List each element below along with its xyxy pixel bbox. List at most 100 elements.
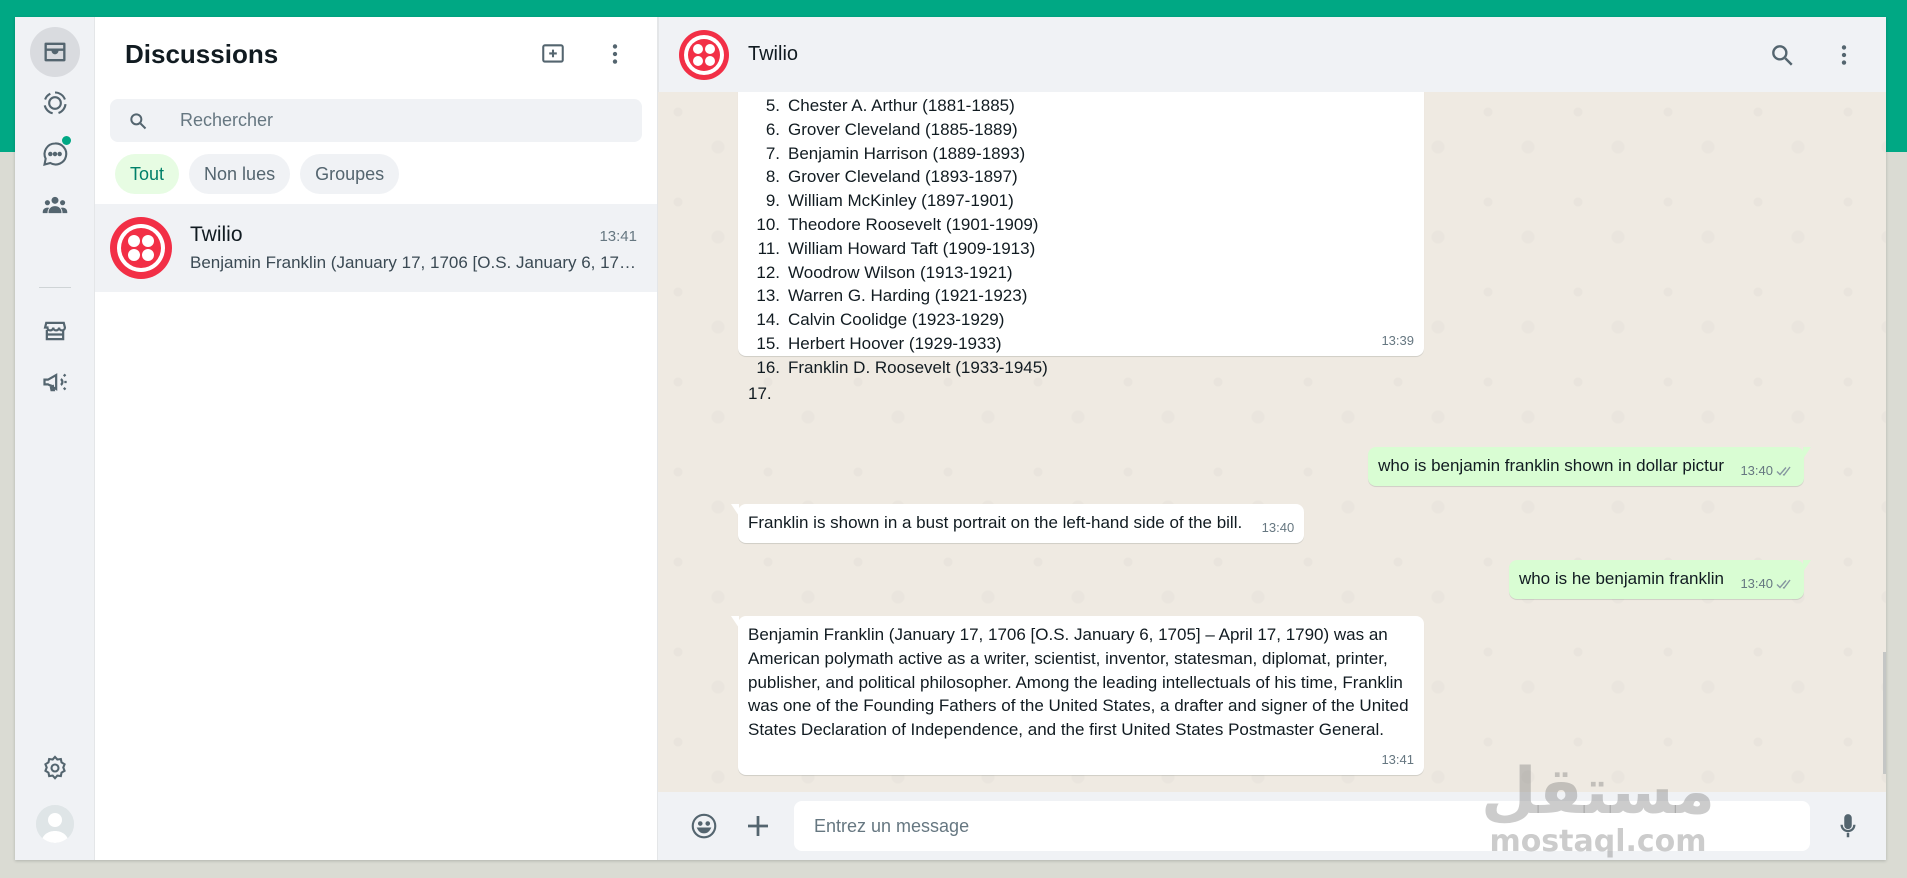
attach-button[interactable] xyxy=(738,806,778,846)
mic-icon xyxy=(1840,814,1856,838)
chats-nav-button[interactable] xyxy=(30,27,80,77)
new-chat-icon xyxy=(542,44,564,63)
menu-icon xyxy=(1841,44,1847,65)
message-incoming[interactable]: 5. Chester A. Arthur (1881-1885) 6. Grover … xyxy=(738,92,1424,403)
list-item-text: Grover Cleveland (1885-1889) xyxy=(788,119,1018,139)
list-item-text: Chester A. Arthur (1881-1885) xyxy=(788,96,1015,115)
profile-icon xyxy=(36,805,74,843)
chat-time: 13:41 xyxy=(599,228,637,245)
list-item-number: 12. xyxy=(756,262,780,282)
list-menu-button[interactable] xyxy=(593,32,637,76)
message-time: 13:40 xyxy=(1740,459,1794,483)
store-nav-button[interactable] xyxy=(30,306,80,356)
unread-dot xyxy=(62,136,71,145)
list-item: 16. Franklin D. Roosevelt (1933-1945) xyxy=(748,356,1414,380)
filter-chips: Tout Non lues Groupes xyxy=(95,142,657,204)
message-time: 13:39 xyxy=(1381,333,1414,349)
list-item: 13. Warren G. Harding (1921-1923) xyxy=(748,284,1414,308)
communities-icon xyxy=(42,196,68,214)
list-item-text: Herbert Hoover (1929-1933) xyxy=(788,333,1002,353)
message-text: who is he benjamin franklin xyxy=(1518,569,1724,588)
chat-name: Twilio xyxy=(190,223,243,246)
rail-divider xyxy=(39,287,71,288)
communities-nav-button[interactable] xyxy=(30,180,80,230)
list-item: 8. Grover Cleveland (1893-1897) xyxy=(748,165,1414,189)
filter-all[interactable]: Tout xyxy=(115,154,180,194)
scrollbar[interactable] xyxy=(1883,652,1886,774)
composer-bar xyxy=(658,792,1886,860)
list-trailing: 17. xyxy=(748,383,772,403)
list-item-number: 10. xyxy=(756,214,780,234)
new-chat-button[interactable] xyxy=(531,32,575,76)
list-item-text: Warren G. Harding (1921-1923) xyxy=(788,286,1028,306)
app-window: Discussions Tout Non lues Groupes xyxy=(15,17,1886,860)
voice-button[interactable] xyxy=(1828,806,1868,846)
list-item-text: Theodore Roosevelt (1901-1909) xyxy=(788,214,1039,234)
list-item-text: Franklin D. Roosevelt (1933-1945) xyxy=(788,357,1048,377)
list-item-text: Benjamin Harrison (1889-1893) xyxy=(788,143,1026,163)
search-icon xyxy=(1772,44,1793,66)
list-item: 7. Benjamin Harrison (1889-1893) xyxy=(748,142,1414,166)
list-item-text: Woodrow Wilson (1913-1921) xyxy=(788,262,1013,282)
channels-nav-button[interactable] xyxy=(30,129,80,179)
chat-list-item[interactable]: Twilio 13:41 Benjamin Franklin (January … xyxy=(95,204,657,292)
list-item-text: Grover Cleveland (1893-1897) xyxy=(788,167,1018,187)
chats-icon xyxy=(44,42,66,62)
message-area[interactable]: 5. Chester A. Arthur (1881-1885) 6. Grover … xyxy=(658,92,1886,802)
list-item-text: Calvin Coolidge (1923-1929) xyxy=(788,310,1005,330)
message-outgoing[interactable]: who is benjamin franklin shown in dollar… xyxy=(1368,447,1811,486)
profile-button[interactable] xyxy=(36,805,74,843)
chat-preview: Benjamin Franklin (January 17, 1706 [O.S… xyxy=(190,253,637,272)
broadcast-nav-button[interactable] xyxy=(30,357,80,407)
status-nav-button[interactable] xyxy=(30,78,80,128)
list-item-text: William Howard Taft (1909-1913) xyxy=(788,238,1036,258)
list-item-number: 9. xyxy=(765,191,780,211)
message-text: Franklin is shown in a bust portrait on … xyxy=(748,513,1243,532)
list-item-number: 8. xyxy=(765,167,780,187)
plus-icon xyxy=(748,816,768,836)
message-time: 13:41 xyxy=(1381,752,1414,768)
search-box xyxy=(110,99,642,142)
list-item: 12. Woodrow Wilson (1913-1921) xyxy=(748,261,1414,285)
read-ticks-icon xyxy=(1776,579,1791,589)
conversation-header[interactable]: Twilio xyxy=(658,17,1886,92)
conversation-menu-button[interactable] xyxy=(1822,33,1866,77)
conversation-panel: Twilio 5. Chester A. Arthur (1881-1885) 6.… xyxy=(658,17,1886,860)
status-icon xyxy=(43,91,67,115)
list-item-number: 11. xyxy=(757,238,780,258)
message-text: Benjamin Franklin (January 17, 1706 [O.S… xyxy=(748,625,1409,740)
list-item: 9. William McKinley (1897-1901) xyxy=(748,189,1414,213)
list-item: 11. William Howard Taft (1909-1913) xyxy=(748,237,1414,261)
megaphone-icon xyxy=(43,373,67,392)
list-item: 10. Theodore Roosevelt (1901-1909) xyxy=(748,213,1414,237)
message-text: who is benjamin franklin shown in dollar… xyxy=(1378,456,1724,475)
conversation-avatar[interactable] xyxy=(679,29,729,80)
message-time: 13:40 xyxy=(1740,572,1794,596)
nav-rail xyxy=(15,17,95,860)
emoji-button[interactable] xyxy=(684,806,724,846)
store-icon xyxy=(43,321,67,341)
president-list: 5. Chester A. Arthur (1881-1885) 6. Grover … xyxy=(748,94,1414,380)
settings-icon xyxy=(44,755,66,780)
message-incoming[interactable]: Benjamin Franklin (January 17, 1706 [O.S… xyxy=(731,616,1424,775)
settings-nav-button[interactable] xyxy=(30,743,80,793)
filter-unread[interactable]: Non lues xyxy=(189,154,291,194)
list-item-number: 16. xyxy=(756,357,780,377)
emoji-icon xyxy=(691,813,717,839)
menu-icon xyxy=(612,44,618,64)
list-item: 14. Calvin Coolidge (1923-1929) xyxy=(748,308,1414,332)
message-outgoing[interactable]: who is he benjamin franklin 13:40 xyxy=(1508,560,1811,599)
page-title: Discussions xyxy=(125,38,279,69)
filter-groups[interactable]: Groupes xyxy=(300,154,400,194)
message-input[interactable] xyxy=(794,801,1810,851)
list-item-number: 5. xyxy=(765,96,780,115)
search-icon xyxy=(130,112,147,129)
message-time: 13:40 xyxy=(1261,520,1295,536)
conversation-search-button[interactable] xyxy=(1760,33,1804,77)
search-input[interactable] xyxy=(180,110,642,131)
read-ticks-icon xyxy=(1776,466,1791,476)
list-item-number: 13. xyxy=(756,286,780,306)
conversation-title: Twilio xyxy=(748,43,799,65)
message-incoming[interactable]: Franklin is shown in a bust portrait on … xyxy=(731,504,1305,543)
twilio-avatar xyxy=(110,217,172,279)
